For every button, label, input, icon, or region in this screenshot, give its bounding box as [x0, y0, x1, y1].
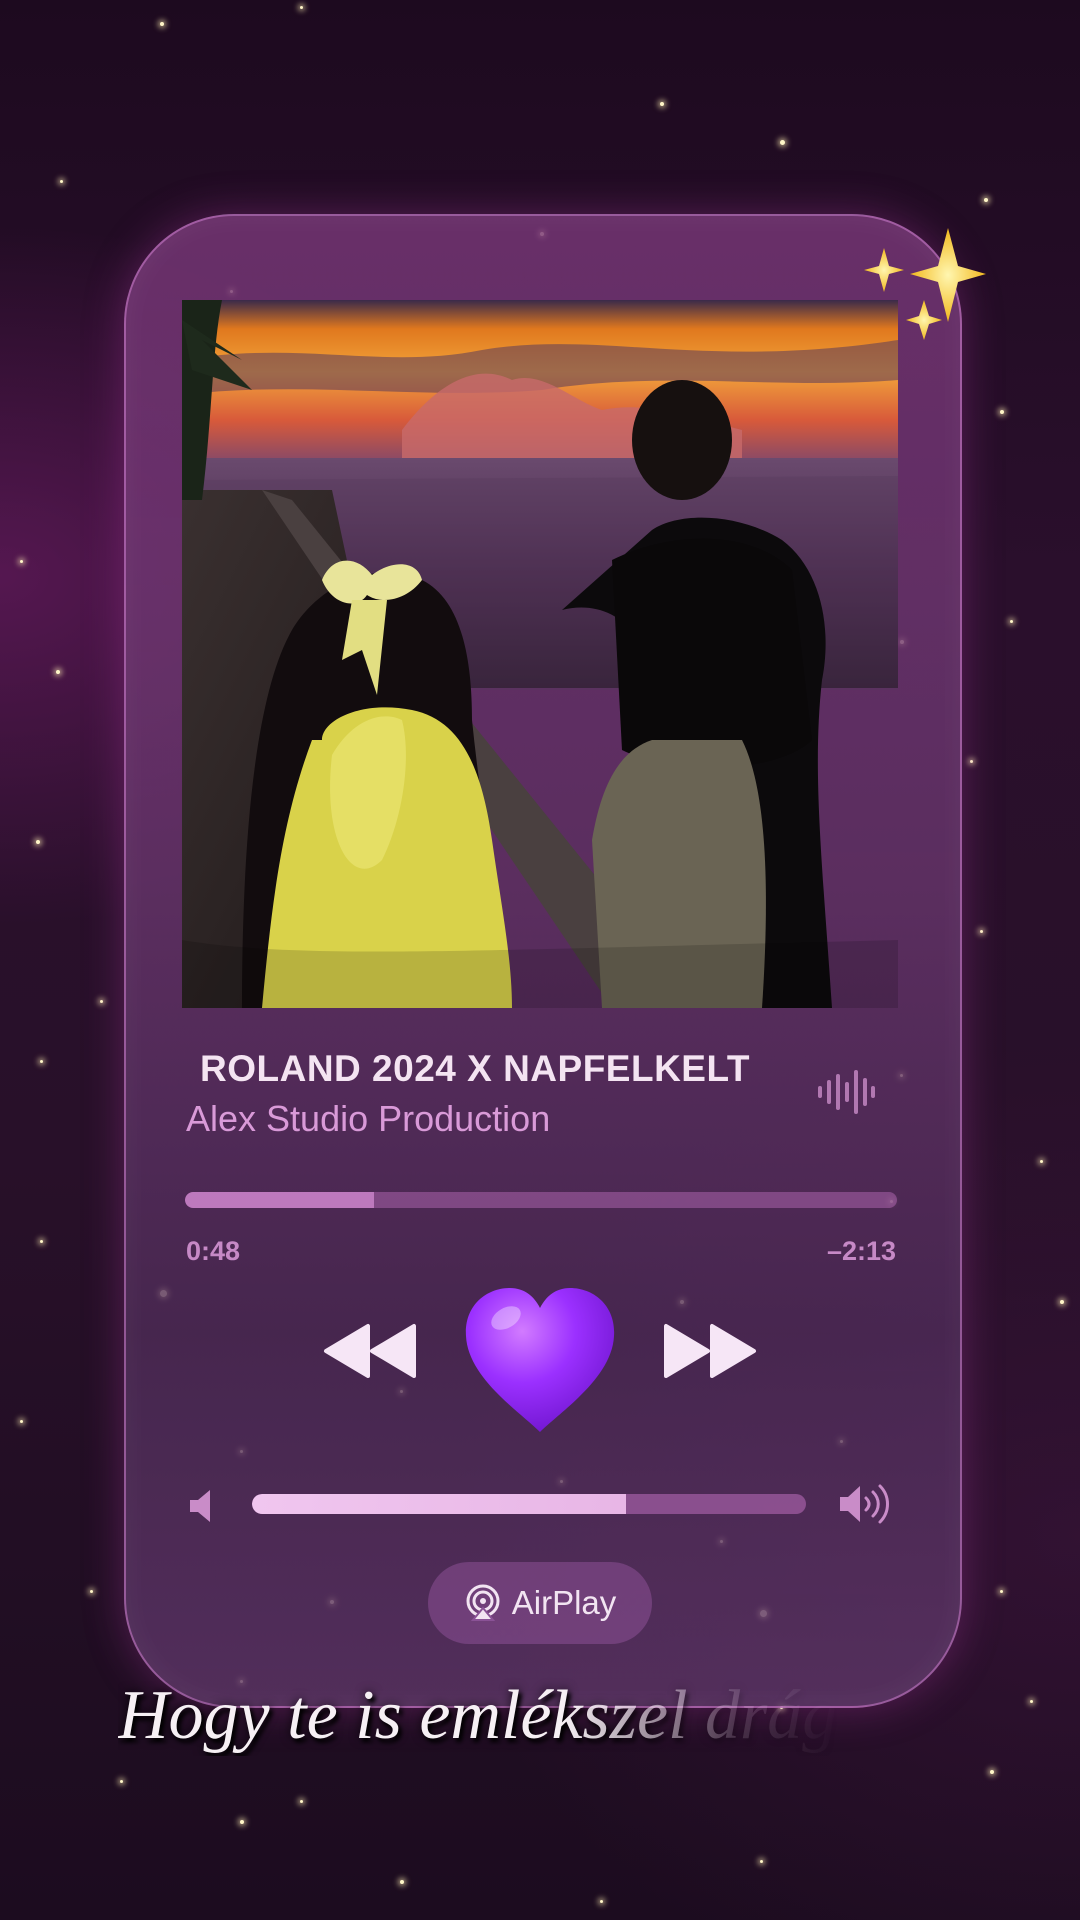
star-dot	[760, 1860, 763, 1863]
volume-slider-fill	[252, 1494, 626, 1514]
playback-progress-fill	[185, 1192, 374, 1208]
star-dot	[1060, 1300, 1064, 1304]
volume-slider[interactable]	[252, 1494, 806, 1514]
star-dot	[984, 198, 988, 202]
star-dot	[300, 6, 303, 9]
star-dot	[780, 140, 785, 145]
star-dot	[20, 560, 23, 563]
star-dot	[40, 1240, 43, 1243]
star-dot	[600, 1900, 603, 1903]
star-dot	[660, 102, 664, 106]
rewind-icon[interactable]	[322, 1322, 418, 1380]
elapsed-time: 0:48	[186, 1236, 241, 1266]
star-dot	[60, 180, 63, 183]
star-dot	[1010, 620, 1013, 623]
star-dot	[990, 1770, 994, 1774]
star-dot	[400, 1880, 404, 1884]
star-dot	[1030, 1700, 1033, 1703]
star-dot	[300, 1800, 303, 1803]
star-dot	[56, 670, 60, 674]
star-dot	[36, 840, 40, 844]
playback-progress-bar[interactable]	[185, 1192, 897, 1208]
star-dot	[240, 1820, 244, 1824]
speaker-low-icon[interactable]	[186, 1486, 220, 1526]
star-dot	[90, 1590, 93, 1593]
star-dot	[120, 1780, 123, 1783]
star-dot	[970, 760, 973, 763]
waveform-icon[interactable]	[816, 1068, 876, 1116]
fast-forward-icon[interactable]	[662, 1322, 758, 1380]
star-dot	[1000, 1590, 1003, 1593]
star-dot	[20, 1420, 23, 1423]
star-dot	[40, 1060, 43, 1063]
sparkles-icon	[864, 228, 986, 340]
airplay-icon	[466, 1584, 500, 1621]
track-title: ROLAND 2024 X NAPFELKELT	[200, 1048, 750, 1089]
star-dot	[100, 1000, 103, 1003]
airplay-label: AirPlay	[511, 1584, 617, 1621]
speaker-high-icon[interactable]	[838, 1482, 894, 1526]
track-artist[interactable]: Alex Studio Production	[186, 1098, 550, 1140]
star-dot	[1000, 410, 1004, 414]
star-dot	[980, 930, 983, 933]
star-dot	[1040, 1160, 1043, 1163]
remaining-time: –2:13	[826, 1236, 896, 1266]
star-dot	[160, 22, 164, 26]
purple-heart-icon[interactable]	[460, 1282, 620, 1438]
lyric-caption: Hogy te is emlékszel drága	[118, 1677, 838, 1754]
airplay-button[interactable]: AirPlay	[428, 1562, 652, 1644]
album-artwork	[182, 300, 898, 1008]
